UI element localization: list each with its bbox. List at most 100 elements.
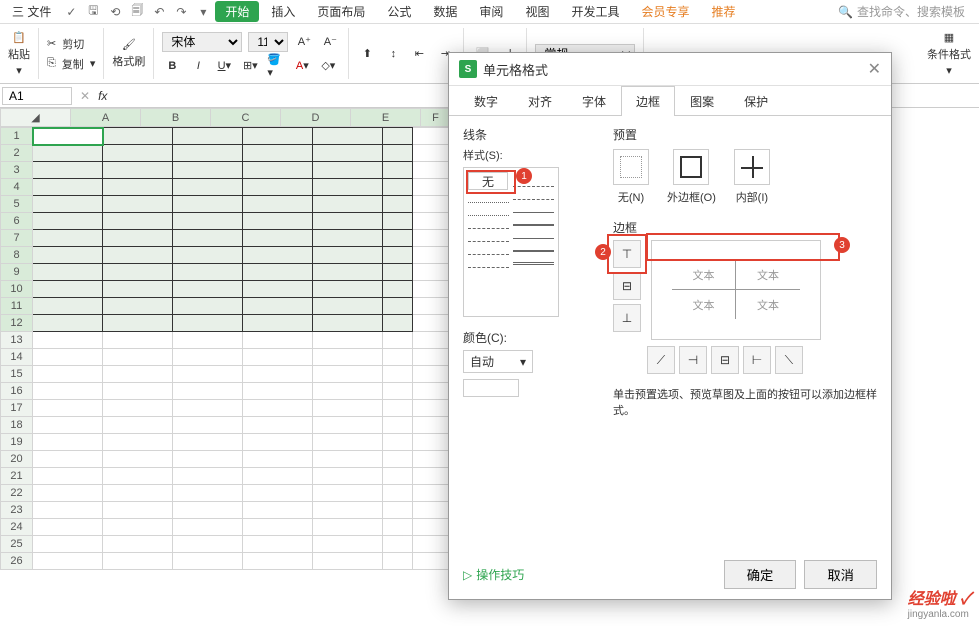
- cell[interactable]: [313, 349, 383, 366]
- row-8[interactable]: 8: [1, 247, 33, 264]
- cell[interactable]: [173, 349, 243, 366]
- name-box[interactable]: [2, 87, 72, 105]
- tab-member[interactable]: 会员专享: [631, 1, 699, 22]
- cell[interactable]: [103, 162, 173, 179]
- row-6[interactable]: 6: [1, 213, 33, 230]
- toolbar-icon-1[interactable]: ✓: [61, 3, 81, 21]
- cell[interactable]: [383, 128, 413, 145]
- cell[interactable]: [383, 196, 413, 213]
- increase-font-icon[interactable]: A⁺: [294, 32, 314, 52]
- row-13[interactable]: 13: [1, 332, 33, 349]
- cell[interactable]: [383, 332, 413, 349]
- cell[interactable]: [313, 502, 383, 519]
- cell[interactable]: [103, 298, 173, 315]
- cell[interactable]: [243, 145, 313, 162]
- cell[interactable]: [33, 264, 103, 281]
- cell[interactable]: [33, 230, 103, 247]
- cell[interactable]: [33, 485, 103, 502]
- cell[interactable]: [313, 383, 383, 400]
- cell[interactable]: [103, 383, 173, 400]
- cell[interactable]: [313, 315, 383, 332]
- cell[interactable]: [173, 553, 243, 570]
- dlg-tab-font[interactable]: 字体: [567, 86, 621, 116]
- dlg-tab-number[interactable]: 数字: [459, 86, 513, 116]
- cell[interactable]: [103, 536, 173, 553]
- fx-icon[interactable]: fx: [98, 89, 107, 103]
- cell[interactable]: [103, 485, 173, 502]
- row-2[interactable]: 2: [1, 145, 33, 162]
- row-3[interactable]: 3: [1, 162, 33, 179]
- align-middle-icon[interactable]: ↕: [383, 44, 403, 64]
- row-10[interactable]: 10: [1, 281, 33, 298]
- cell[interactable]: [313, 434, 383, 451]
- cell[interactable]: [243, 196, 313, 213]
- cell[interactable]: [243, 213, 313, 230]
- cell[interactable]: [173, 485, 243, 502]
- cell[interactable]: [103, 247, 173, 264]
- row-23[interactable]: 23: [1, 502, 33, 519]
- row-16[interactable]: 16: [1, 383, 33, 400]
- cell[interactable]: [103, 502, 173, 519]
- color-select[interactable]: 自动▾: [463, 350, 533, 373]
- row-11[interactable]: 11: [1, 298, 33, 315]
- row-26[interactable]: 26: [1, 553, 33, 570]
- cell[interactable]: [103, 264, 173, 281]
- cell[interactable]: [173, 519, 243, 536]
- cell[interactable]: [313, 281, 383, 298]
- tab-formula[interactable]: 公式: [377, 1, 421, 22]
- cell[interactable]: [313, 553, 383, 570]
- cell[interactable]: [173, 196, 243, 213]
- save-icon[interactable]: 🖫: [83, 3, 103, 21]
- row-12[interactable]: 12: [1, 315, 33, 332]
- tab-review[interactable]: 审阅: [469, 1, 513, 22]
- file-menu[interactable]: 三 文件: [4, 3, 59, 20]
- cell[interactable]: [33, 128, 103, 145]
- conditional-format-button[interactable]: ▦ 条件格式▾: [927, 31, 971, 77]
- cell[interactable]: [313, 213, 383, 230]
- row-25[interactable]: 25: [1, 536, 33, 553]
- cell[interactable]: [103, 400, 173, 417]
- cell[interactable]: [33, 349, 103, 366]
- toolbar-icon-3[interactable]: 🗐: [127, 3, 147, 21]
- col-F[interactable]: F: [421, 109, 451, 127]
- cut-button[interactable]: ✂剪切: [47, 36, 95, 52]
- cell[interactable]: [33, 162, 103, 179]
- clear-format-button[interactable]: ◇▾: [318, 56, 338, 76]
- cell[interactable]: [313, 298, 383, 315]
- cell[interactable]: [243, 332, 313, 349]
- cell[interactable]: [243, 247, 313, 264]
- cell[interactable]: [33, 281, 103, 298]
- cell[interactable]: [173, 264, 243, 281]
- cancel-button[interactable]: 取消: [804, 560, 877, 589]
- cell[interactable]: [173, 298, 243, 315]
- cell[interactable]: [103, 366, 173, 383]
- cell[interactable]: [383, 485, 413, 502]
- cell[interactable]: [103, 213, 173, 230]
- cell[interactable]: [103, 281, 173, 298]
- cell[interactable]: [383, 179, 413, 196]
- cell[interactable]: [243, 519, 313, 536]
- cell[interactable]: [383, 213, 413, 230]
- cell[interactable]: [383, 247, 413, 264]
- cell[interactable]: [243, 179, 313, 196]
- style-none-button[interactable]: 无: [468, 172, 508, 190]
- cell[interactable]: [243, 128, 313, 145]
- tab-data[interactable]: 数据: [423, 1, 467, 22]
- cell[interactable]: [33, 315, 103, 332]
- cell[interactable]: [243, 400, 313, 417]
- border-preview[interactable]: 3 文本 文本 文本 文本: [651, 240, 821, 340]
- cell[interactable]: [243, 281, 313, 298]
- tab-view[interactable]: 视图: [515, 1, 559, 22]
- cell[interactable]: [313, 485, 383, 502]
- dlg-tab-pattern[interactable]: 图案: [675, 86, 729, 116]
- row-18[interactable]: 18: [1, 417, 33, 434]
- cell[interactable]: [383, 468, 413, 485]
- decrease-font-icon[interactable]: A⁻: [320, 32, 340, 52]
- dlg-tab-align[interactable]: 对齐: [513, 86, 567, 116]
- cell[interactable]: [243, 553, 313, 570]
- row-9[interactable]: 9: [1, 264, 33, 281]
- border-right-button[interactable]: ⊢: [743, 346, 771, 374]
- cell[interactable]: [243, 451, 313, 468]
- cell[interactable]: [383, 383, 413, 400]
- col-C[interactable]: C: [211, 109, 281, 127]
